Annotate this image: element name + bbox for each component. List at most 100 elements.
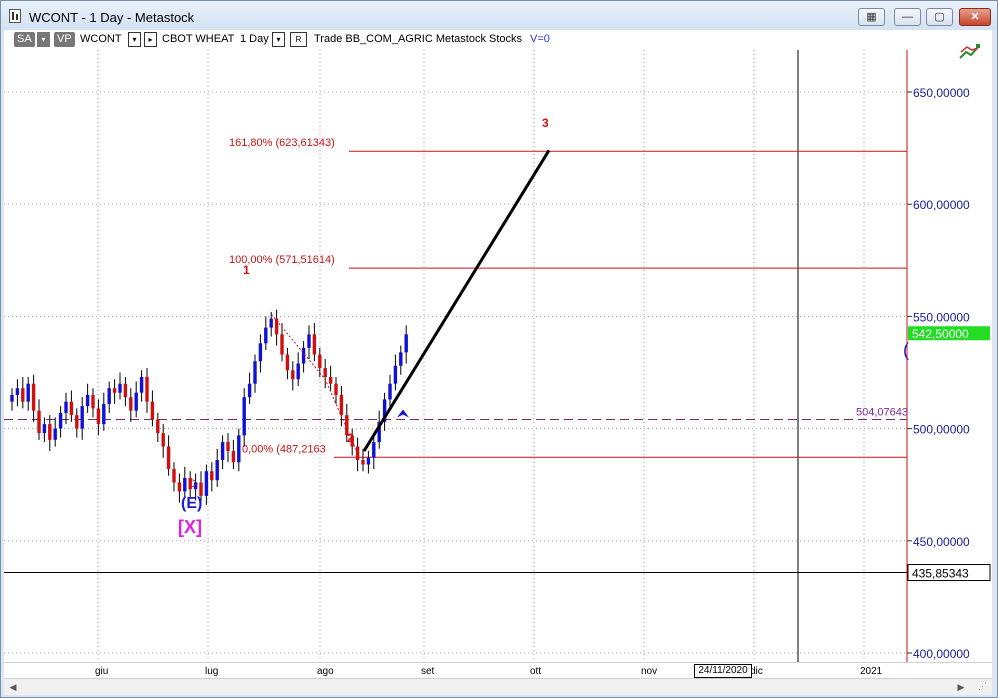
period-label: 1 Day xyxy=(240,33,269,45)
candle-body xyxy=(134,392,138,411)
fib-level-label: 0,00% (487,2163 xyxy=(242,443,326,455)
candle-body xyxy=(177,482,182,492)
candle-body xyxy=(75,415,79,429)
candle-body xyxy=(372,442,376,458)
cursor-date-box: 24/11/2020 xyxy=(694,664,752,678)
y-tick-label: 500,00000 xyxy=(913,423,970,437)
title-bar[interactable]: WCONT - 1 Day - Metastock ▦ — ▢ ✕ xyxy=(1,1,997,31)
candle-body xyxy=(139,376,144,393)
close-button[interactable]: ✕ xyxy=(959,8,991,26)
candle-body xyxy=(323,368,327,377)
chart-toolbar: SA ▾ VP WCONT ▾ ▸ CBOT WHEAT 1 Day ▾ R T… xyxy=(4,30,992,50)
fib-level-label: 161,80% (623,61343) xyxy=(229,137,335,149)
candle-body xyxy=(291,370,295,380)
drawing-tools-icon[interactable] xyxy=(958,42,982,62)
dashed-level-label: 504,07643 xyxy=(856,406,908,418)
candle-body xyxy=(210,471,214,481)
candle-body xyxy=(161,433,165,447)
horizontal-scrollbar[interactable]: ◀ ▶ ⋰ xyxy=(4,678,992,695)
candle-body xyxy=(31,383,36,411)
candle-body xyxy=(307,334,311,348)
candle-body xyxy=(334,383,338,395)
chart-properties-button[interactable]: ▦ xyxy=(858,8,885,26)
x-label-nov: nov xyxy=(641,666,658,677)
y-tick-label: 600,00000 xyxy=(913,198,970,212)
wave-3-projection-line xyxy=(362,149,551,452)
candle-body xyxy=(285,354,290,371)
x-axis: giu lug ago set ott nov dic 2021 24/11/2… xyxy=(4,662,992,679)
candle-body xyxy=(42,424,47,434)
refresh-mode-button[interactable]: R xyxy=(290,32,307,47)
candle-body xyxy=(339,394,344,416)
candle-body xyxy=(269,318,273,328)
minimize-button[interactable]: — xyxy=(894,8,921,26)
candle-body xyxy=(96,408,101,425)
buy-arrow-icon xyxy=(397,409,409,418)
candle-body xyxy=(37,410,41,434)
candle-body xyxy=(312,334,317,355)
wave-label-e: (E) xyxy=(181,495,202,512)
candle-body xyxy=(393,365,398,384)
instrument-label: CBOT WHEAT xyxy=(162,33,235,45)
wave-label-c: C xyxy=(188,478,196,490)
candle-body xyxy=(102,403,106,425)
candle-body xyxy=(199,482,203,496)
instrument-dropdown-icon[interactable]: ▸ xyxy=(144,32,157,47)
scroll-left-icon[interactable]: ◀ xyxy=(6,681,20,693)
candle-body xyxy=(129,397,133,411)
period-dropdown-icon[interactable]: ▾ xyxy=(272,32,285,47)
candle-body xyxy=(328,376,333,384)
candle-body xyxy=(91,394,95,409)
candle-body xyxy=(301,347,306,364)
candle-body xyxy=(253,361,257,384)
maximize-button[interactable]: ▢ xyxy=(926,8,953,26)
candle-body xyxy=(226,442,230,452)
wave-label-1: 1 xyxy=(243,263,250,277)
y-tick-label: 450,00000 xyxy=(913,535,970,549)
vp-button[interactable]: VP xyxy=(54,32,75,47)
candle-body xyxy=(48,424,52,440)
candle-body xyxy=(69,401,74,416)
wave-label-x: [X] xyxy=(178,517,202,537)
last-price-label: 542,50000 xyxy=(912,327,969,341)
symbol-label: WCONT xyxy=(80,33,122,45)
candle-body xyxy=(361,460,365,465)
price-chart[interactable]: 400,00000 450,00000 500,00000 550,00000 600,… xyxy=(4,30,992,662)
x-label-lug: lug xyxy=(205,666,219,677)
candle-body xyxy=(399,352,403,366)
candle-body xyxy=(404,334,408,353)
candle-body xyxy=(388,383,392,400)
volume-label: V=0 xyxy=(530,33,550,45)
x-label-giu: giu xyxy=(95,666,109,677)
x-label-ott: ott xyxy=(530,666,542,677)
scroll-right-icon[interactable]: ▶ xyxy=(954,681,968,693)
candle-body xyxy=(237,435,241,463)
candle-body xyxy=(26,383,30,402)
candle-body xyxy=(220,442,225,461)
chart-area[interactable]: 400,00000 450,00000 500,00000 550,00000 600,… xyxy=(4,30,992,662)
candle-body xyxy=(204,471,209,496)
candle-body xyxy=(215,460,219,481)
sa-button[interactable]: SA xyxy=(14,32,35,47)
candle-body xyxy=(296,363,300,380)
candle-body xyxy=(58,412,63,429)
crosshair-price-label: 435,85343 xyxy=(912,567,969,581)
symbol-dropdown-icon[interactable]: ▾ xyxy=(128,32,141,47)
candle-body xyxy=(10,394,14,402)
resize-grip-icon[interactable]: ⋰ xyxy=(978,681,992,693)
metastock-app-icon[interactable] xyxy=(9,9,21,23)
candle-body xyxy=(85,394,90,407)
wave-label-3: 3 xyxy=(542,116,549,130)
candle-body xyxy=(183,477,187,492)
candle-body xyxy=(231,451,236,463)
candle-body xyxy=(172,468,176,483)
x-label-ago: ago xyxy=(317,666,334,677)
candle-body xyxy=(112,388,117,393)
candle-body xyxy=(150,401,155,420)
sa-dropdown-icon[interactable]: ▾ xyxy=(37,32,50,47)
candle-body xyxy=(247,383,252,398)
candle-body xyxy=(53,428,57,440)
wave-label-2: 2 xyxy=(347,431,354,445)
x-label-set: set xyxy=(421,666,435,677)
candle-body xyxy=(366,457,371,465)
